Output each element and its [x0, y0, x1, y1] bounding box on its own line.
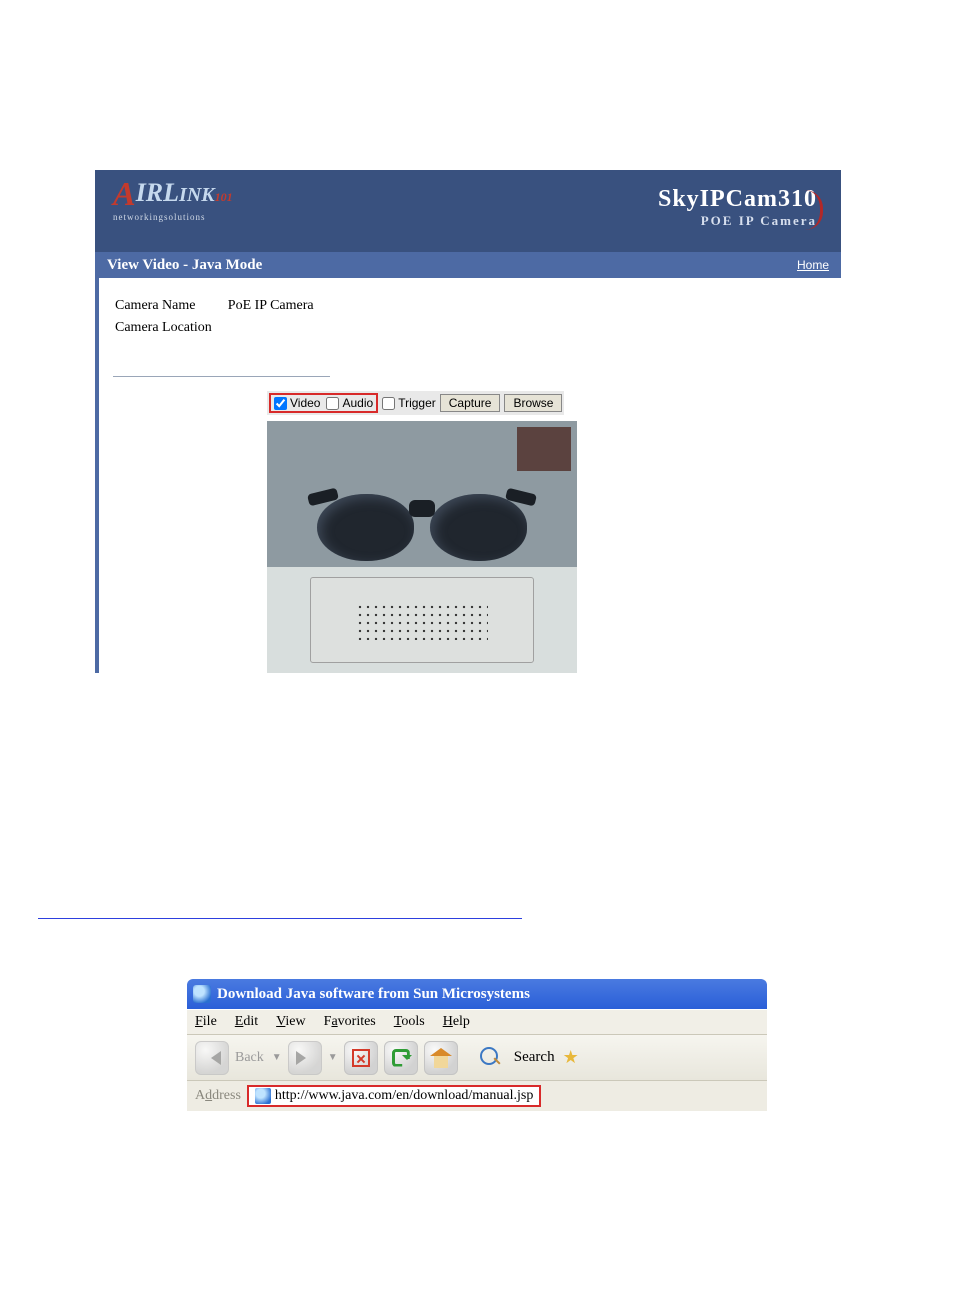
video-checkbox-wrap[interactable]: Video: [274, 396, 320, 410]
ie-titlebar: Download Java software from Sun Microsys…: [187, 979, 767, 1009]
highlight-box: Video Audio: [269, 393, 378, 413]
trigger-checkbox[interactable]: [382, 397, 395, 410]
back-label: Back: [235, 1050, 264, 1066]
camera-info-table: Camera Name PoE IP Camera Camera Locatio…: [113, 294, 330, 377]
page-title-bar: View Video - Java Mode Home: [95, 252, 841, 278]
ie-addressbar: Address http://www.java.com/en/download/…: [187, 1081, 767, 1111]
page-title: View Video - Java Mode: [107, 252, 262, 278]
ie-window-title: Download Java software from Sun Microsys…: [217, 979, 530, 1009]
document-rule: [38, 918, 522, 919]
audio-checkbox-wrap[interactable]: Audio: [326, 396, 373, 410]
brand-tagline: networkingsolutions: [113, 212, 233, 222]
camera-name-label: Camera Name: [115, 296, 226, 316]
camera-name-value: PoE IP Camera: [228, 296, 328, 316]
stop-button[interactable]: [344, 1041, 378, 1075]
address-field[interactable]: http://www.java.com/en/download/manual.j…: [247, 1085, 541, 1107]
menu-tools[interactable]: Tools: [394, 1014, 425, 1030]
stop-icon: [352, 1049, 370, 1067]
arrow-left-icon: [204, 1051, 221, 1065]
audio-checkbox[interactable]: [326, 397, 339, 410]
back-button[interactable]: [195, 1041, 229, 1075]
ie-app-icon: [193, 985, 211, 1003]
menu-edit[interactable]: Edit: [235, 1014, 258, 1030]
camera-webui: AIRLINK101 networkingsolutions SkyIPCam3…: [95, 170, 841, 673]
home-link[interactable]: Home: [797, 258, 829, 272]
camera-header: AIRLINK101 networkingsolutions SkyIPCam3…: [95, 170, 841, 252]
search-button[interactable]: Search: [512, 1043, 557, 1072]
camera-location-label: Camera Location: [115, 318, 226, 338]
menu-favorites[interactable]: Favorites: [324, 1014, 376, 1030]
trigger-checkbox-label: Trigger: [398, 396, 436, 410]
product-subtitle: POE IP Camera: [658, 213, 817, 229]
menu-file[interactable]: File: [195, 1014, 217, 1030]
product-name: SkyIPCam310: [658, 186, 817, 213]
home-button[interactable]: [424, 1041, 458, 1075]
ie-menubar: File Edit View Favorites Tools Help: [187, 1009, 767, 1035]
video-checkbox-label: Video: [290, 396, 320, 410]
page-icon: [255, 1088, 271, 1104]
video-stream: [267, 421, 577, 673]
audio-checkbox-label: Audio: [342, 396, 373, 410]
video-checkbox[interactable]: [274, 397, 287, 410]
trigger-checkbox-wrap[interactable]: Trigger: [382, 396, 436, 410]
back-dropdown[interactable]: ▼: [272, 1052, 282, 1063]
search-icon: [480, 1047, 502, 1069]
browse-button[interactable]: Browse: [504, 394, 562, 412]
forward-dropdown[interactable]: ▼: [328, 1052, 338, 1063]
capture-button[interactable]: Capture: [440, 394, 501, 412]
video-controls: Video Audio Trigger Capture Browse: [113, 391, 841, 421]
favorites-icon[interactable]: ★: [563, 1047, 577, 1068]
home-icon: [430, 1048, 452, 1068]
menu-help[interactable]: Help: [443, 1014, 470, 1030]
ie-window: Download Java software from Sun Microsys…: [187, 979, 767, 1111]
brand-logo: AIRLINK101 networkingsolutions: [113, 176, 233, 222]
product-title: SkyIPCam310 POE IP Camera: [658, 186, 817, 229]
ie-toolbar: Back ▼ ▼ Search ★: [187, 1035, 767, 1081]
camera-location-value: [228, 318, 328, 338]
menu-view[interactable]: View: [276, 1014, 306, 1030]
forward-button[interactable]: [288, 1041, 322, 1075]
address-label: Address: [195, 1088, 241, 1104]
address-value: http://www.java.com/en/download/manual.j…: [275, 1088, 533, 1104]
refresh-icon: [391, 1048, 411, 1068]
arrow-right-icon: [296, 1051, 313, 1065]
refresh-button[interactable]: [384, 1041, 418, 1075]
